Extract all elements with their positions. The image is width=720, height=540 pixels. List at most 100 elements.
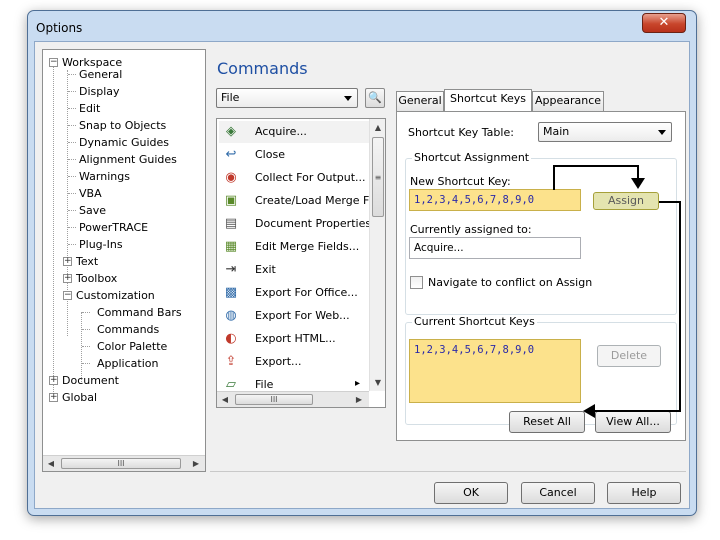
tree-item-text[interactable]: Text [76,255,98,268]
tree-item-dynamic-guides[interactable]: Dynamic Guides [79,136,169,149]
scroll-left-icon[interactable]: ◀ [217,392,233,407]
new-shortcut-input[interactable]: 1,2,3,4,5,6,7,8,9,0 [409,189,581,211]
tree-item-powertrace[interactable]: PowerTRACE [79,221,148,234]
scroll-right-icon[interactable]: ▶ [188,456,204,471]
tree-item-alignment-guides[interactable]: Alignment Guides [79,153,177,166]
shortcut-table-dropdown[interactable]: Main [538,122,672,142]
tab-appearance[interactable]: Appearance [532,91,604,111]
export-office-icon: ▩ [224,285,238,300]
merge-edit-icon: ▦ [224,239,238,254]
list-item[interactable]: ▤ Document Properties... [219,213,369,235]
export-icon: ⇪ [225,354,237,369]
category-value: File [221,91,240,104]
annotation-arrow [553,165,555,190]
expand-text-icon[interactable]: + [63,257,72,266]
annotation-arrow [593,410,681,412]
list-item[interactable]: ▩ Export For Office... [219,282,369,304]
annotation-arrow [679,201,681,412]
arrow-head-icon [583,404,595,418]
delete-button[interactable]: Delete [597,345,661,367]
shortcut-keys-page: Shortcut Key Table: Main Shortcut Assign… [396,111,686,441]
new-shortcut-label: New Shortcut Key: [410,175,511,188]
chevron-down-icon [344,96,352,101]
tree-item-vba[interactable]: VBA [79,187,102,200]
ok-button[interactable]: OK [434,482,508,504]
shortcut-assignment-title: Shortcut Assignment [412,151,532,164]
merge-create-icon: ▣ [224,193,238,208]
navigate-conflict-checkbox[interactable] [410,276,423,289]
help-button[interactable]: Help [607,482,681,504]
collapse-customization-icon[interactable]: − [63,291,72,300]
cancel-button[interactable]: Cancel [521,482,595,504]
list-item[interactable]: ▦ Edit Merge Fields... [219,236,369,258]
reset-all-button[interactable]: Reset All [509,411,585,433]
currently-assigned-field: Acquire... [409,237,581,259]
tree-item-global[interactable]: Global [62,391,97,404]
tree-item-save[interactable]: Save [79,204,106,217]
export-html-icon: ◐ [225,331,237,346]
command-list-horizontal-scrollbar[interactable]: ◀ III ▶ [217,391,369,407]
shortcut-table-value: Main [543,125,570,138]
window-title: Options [36,21,83,35]
tree-item-document[interactable]: Document [62,374,119,387]
tree-item-customization[interactable]: Customization [76,289,155,302]
doc-properties-icon: ▤ [224,216,238,231]
list-item[interactable]: ◐ Export HTML... [219,328,369,350]
navigate-conflict-label[interactable]: Navigate to conflict on Assign [428,276,592,289]
tree-item-toolbox[interactable]: Toolbox [76,272,117,285]
tree-item-display[interactable]: Display [79,85,120,98]
currently-assigned-label: Currently assigned to: [410,223,532,236]
export-web-icon: ◍ [225,308,237,323]
assign-button[interactable]: Assign [593,192,659,210]
scroll-left-icon[interactable]: ◀ [43,456,59,471]
expand-document-icon[interactable]: + [49,376,58,385]
command-list: ◈ Acquire... ↩ Close ◉ Collect For Outpu… [216,118,386,408]
page-title: Commands [217,59,308,78]
command-list-h-thumb[interactable]: III [235,394,313,405]
category-dropdown[interactable]: File [216,88,358,108]
current-shortcut-keys-title: Current Shortcut Keys [412,315,537,328]
acquire-icon: ◈ [226,124,236,139]
tree-item-command-bars[interactable]: Command Bars [97,306,182,319]
scroll-down-icon[interactable]: ▼ [370,375,386,390]
tree-item-plug-ins[interactable]: Plug-Ins [79,238,123,251]
tree-item-color-palette[interactable]: Color Palette [97,340,167,353]
command-list-scroll-thumb[interactable]: ≡ [372,137,384,217]
scroll-right-icon[interactable]: ▶ [351,392,367,407]
list-item[interactable]: ▣ Create/Load Merge Fie [219,190,369,212]
current-shortcut-keys-list[interactable]: 1,2,3,4,5,6,7,8,9,0 [409,339,581,403]
dialog-client: − Workspace General Display Edit Snap to… [34,41,690,509]
annotation-arrow [553,165,639,167]
tree-item-commands[interactable]: Commands [97,323,159,336]
expand-toolbox-icon[interactable]: + [63,274,72,283]
annotation-arrow [659,201,681,203]
tab-shortcut-keys[interactable]: Shortcut Keys [444,89,532,111]
collect-output-icon: ◉ [225,170,237,185]
list-item[interactable]: ◈ Acquire... [219,121,369,143]
tree-item-warnings[interactable]: Warnings [79,170,130,183]
view-all-button[interactable]: View All... [595,411,671,433]
list-item[interactable]: ◍ Export For Web... [219,305,369,327]
collapse-workspace-icon[interactable]: − [49,58,58,67]
tree-item-application[interactable]: Application [97,357,158,370]
list-item[interactable]: ⇥ Exit [219,259,369,281]
find-command-icon[interactable]: 🔍 [365,88,385,108]
tree-horizontal-scrollbar[interactable]: ◀ III ▶ [43,455,205,471]
arrow-head-icon [631,178,645,189]
chevron-down-icon [658,130,666,135]
footer-separator [210,471,686,472]
tree-item-edit[interactable]: Edit [79,102,100,115]
tree-item-snap-to-objects[interactable]: Snap to Objects [79,119,166,132]
command-list-vertical-scrollbar[interactable]: ▲ ≡ ▼ [369,119,385,391]
tree-item-general[interactable]: General [79,68,122,81]
close-icon[interactable]: ✕ [642,13,686,33]
tab-general[interactable]: General [396,91,444,111]
close-doc-icon: ↩ [225,147,237,162]
scroll-up-icon[interactable]: ▲ [370,120,386,135]
tree-scroll-thumb[interactable]: III [61,458,181,469]
list-item[interactable]: ⇪ Export... [219,351,369,373]
list-item[interactable]: ◉ Collect For Output... [219,167,369,189]
expand-global-icon[interactable]: + [49,393,58,402]
list-item[interactable]: ↩ Close [219,144,369,166]
submenu-arrow-icon: ▸ [355,378,361,389]
